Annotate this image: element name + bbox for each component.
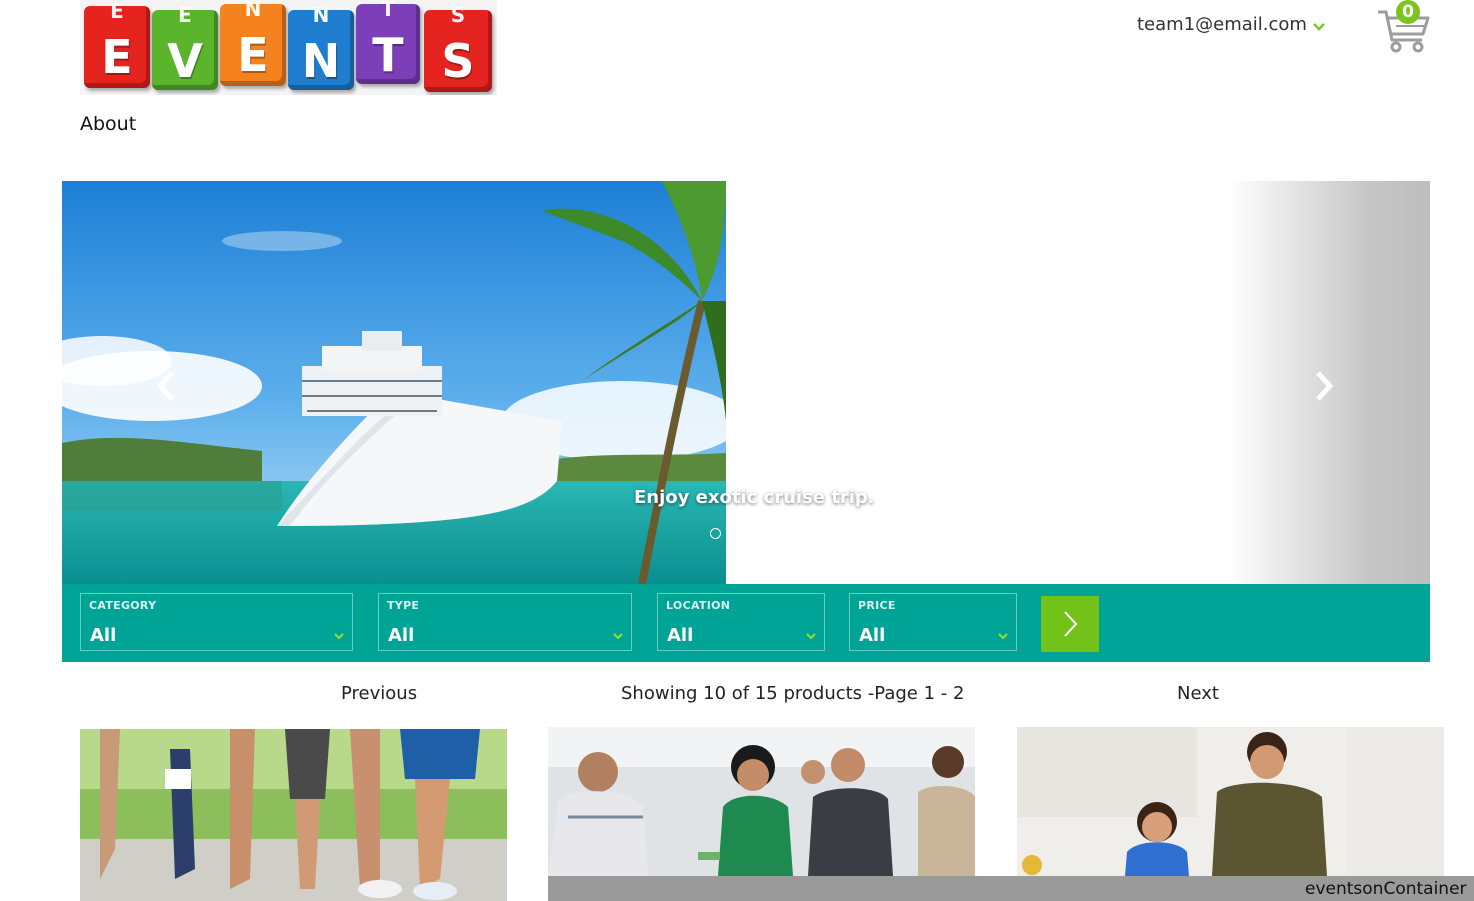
logo-cube-t: T T	[356, 0, 420, 84]
logo-cube-s: S S	[424, 4, 492, 92]
next-page-link[interactable]: Next	[1177, 683, 1219, 704]
product-card-networking[interactable]	[548, 727, 975, 876]
location-value: All	[667, 625, 694, 646]
category-value: All	[90, 625, 117, 646]
price-select[interactable]: PRICE All	[849, 593, 1017, 651]
carousel-indicator[interactable]	[710, 528, 721, 539]
logo-cube-e2: N E	[220, 0, 286, 86]
hero-carousel: Enjoy exotic cruise trip.	[62, 181, 1430, 584]
networking-image	[548, 727, 975, 876]
chevron-down-icon	[998, 633, 1008, 640]
chevron-right-icon	[1316, 371, 1334, 401]
nav-about-link[interactable]: About	[80, 113, 136, 135]
location-label: LOCATION	[666, 599, 731, 612]
logo-cube-e: E E	[84, 0, 150, 88]
event-search-bar: CATEGORY All TYPE All LOCATION All PRICE…	[62, 584, 1430, 662]
location-select[interactable]: LOCATION All	[657, 593, 825, 651]
chevron-right-icon	[1064, 611, 1078, 637]
category-label: CATEGORY	[89, 599, 157, 612]
chevron-down-icon	[613, 633, 623, 640]
product-card-cooking[interactable]	[1017, 727, 1444, 876]
type-label: TYPE	[387, 599, 420, 612]
cart-count-badge: 0	[1396, 0, 1420, 24]
price-value: All	[859, 625, 886, 646]
product-card-running[interactable]	[80, 729, 507, 901]
pagination-summary: Showing 10 of 15 products -Page 1 - 2	[621, 683, 965, 704]
chevron-down-icon	[806, 633, 816, 640]
cooking-image	[1017, 727, 1444, 876]
search-submit-button[interactable]	[1041, 596, 1099, 652]
events-logo[interactable]: E E E V N E N N T T S S	[80, 0, 497, 95]
runners-image	[80, 729, 507, 901]
carousel-caption: Enjoy exotic cruise trip.	[634, 487, 875, 508]
user-email: team1@email.com	[1137, 14, 1307, 35]
chevron-down-icon	[1313, 20, 1325, 34]
chevron-down-icon	[334, 633, 344, 640]
category-select[interactable]: CATEGORY All	[80, 593, 353, 651]
status-bar: eventsonContainer	[548, 876, 1474, 901]
user-menu[interactable]: team1@email.com	[1137, 14, 1325, 35]
type-value: All	[388, 625, 415, 646]
cart-button[interactable]: 0	[1376, 0, 1432, 54]
previous-page-link[interactable]: Previous	[341, 683, 417, 704]
chevron-left-icon	[156, 371, 174, 401]
logo-cube-v: E V	[152, 4, 218, 90]
price-label: PRICE	[858, 599, 896, 612]
carousel-prev-button[interactable]	[150, 369, 184, 403]
logo-cube-n: N N	[288, 4, 354, 90]
status-bar-text: eventsonContainer	[1305, 879, 1467, 899]
type-select[interactable]: TYPE All	[378, 593, 632, 651]
carousel-next-button[interactable]	[1306, 369, 1340, 403]
